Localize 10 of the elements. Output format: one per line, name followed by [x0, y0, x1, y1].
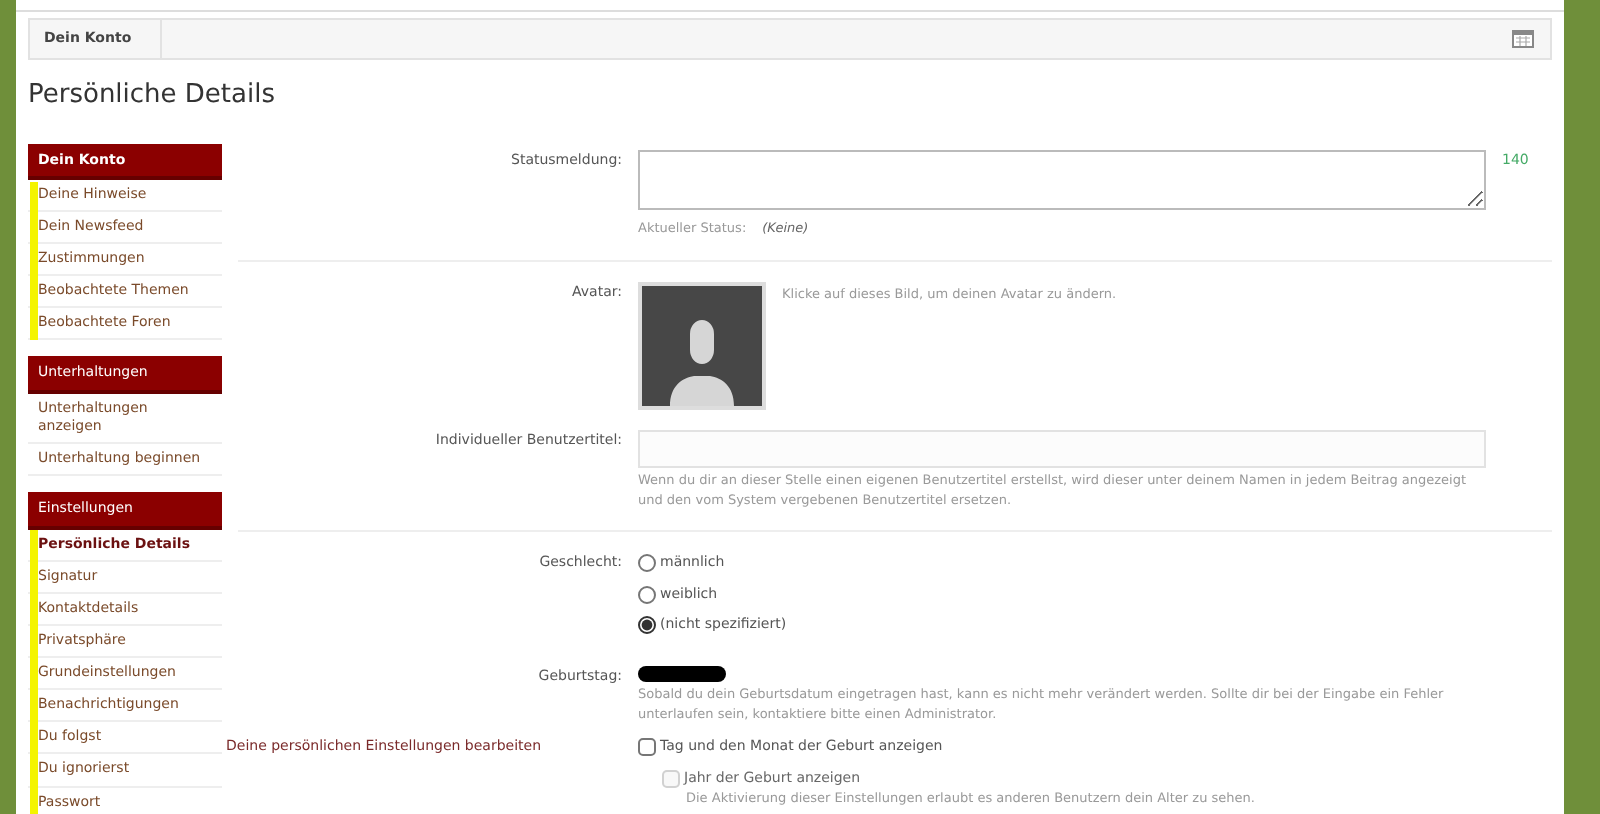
radio-button[interactable] [638, 554, 656, 572]
page-title: Persönliche Details [28, 78, 277, 114]
status-field[interactable] [638, 149, 1486, 209]
radio-button[interactable] [638, 585, 656, 603]
avatar-placeholder[interactable] [638, 281, 766, 410]
calendar-icon[interactable] [1512, 30, 1534, 48]
checkbox[interactable] [638, 738, 656, 756]
title-field[interactable] [638, 429, 1486, 468]
redaction-mark [638, 665, 726, 682]
radio-button[interactable] [638, 616, 656, 634]
